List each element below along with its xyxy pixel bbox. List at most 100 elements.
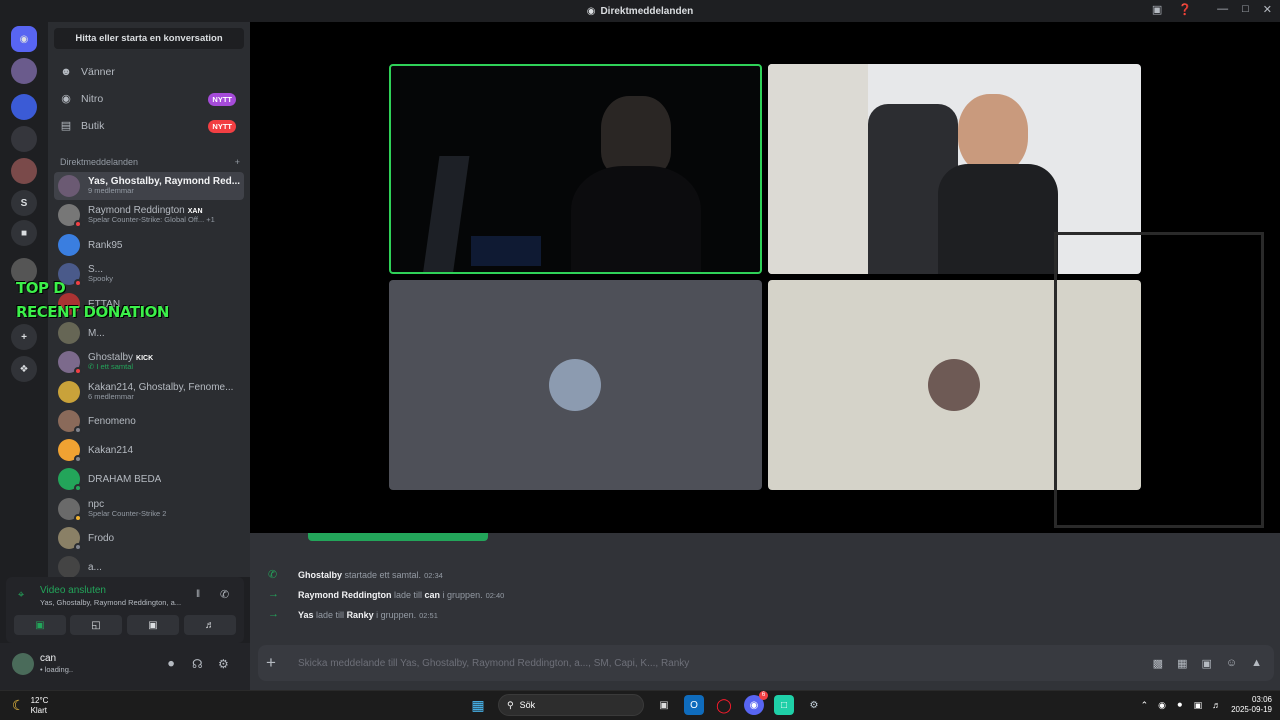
message-composer[interactable]: + Skicka meddelande till Yas, Ghostalby,… [258,645,1274,681]
message-input[interactable]: Skicka meddelande till Yas, Ghostalby, R… [298,658,689,669]
server-avatar[interactable]: S [11,190,37,216]
avatar [58,556,80,577]
server-avatar[interactable] [11,126,37,152]
disconnect-icon[interactable]: ✆ [220,588,229,601]
system-message: Ghostalby startade ett samtal. 02:34 [298,570,443,580]
stream-overlay-title: TOP D [16,279,66,297]
dm-item[interactable]: a... [54,553,244,577]
find-conversation-button[interactable]: Hitta eller starta en konversation [54,28,244,49]
create-dm-button[interactable]: + [235,157,240,167]
server-avatar[interactable] [11,58,37,84]
attach-plus-icon[interactable]: + [266,653,276,673]
dm-item[interactable]: npc Spelar Counter-Strike 2 [54,495,244,523]
server-avatar[interactable] [11,158,37,184]
avatar [549,359,601,411]
moon-icon: ☾ [12,697,25,714]
weather-widget[interactable]: ☾ 12°C Klart [12,696,48,715]
soundboard-button[interactable]: ♬ [184,615,236,635]
tray-app-icon[interactable]: ◉ [1158,700,1166,711]
gamepad-icon[interactable]: ▲ [1251,657,1262,670]
dm-item[interactable]: Fenomeno [54,407,244,435]
dm-item[interactable]: Kakan214, Ghostalby, Fenome... 6 medlemma… [54,378,244,406]
network-icon[interactable]: ▣ [1194,700,1203,711]
avatar [58,381,80,403]
chevron-up-icon[interactable]: ⌃ [1141,700,1149,711]
server-avatar[interactable] [11,94,37,120]
volume-icon[interactable]: ♬ [1212,700,1221,710]
screen-share-button[interactable]: ◱ [70,615,122,635]
gift-icon[interactable]: ▩ [1153,657,1163,670]
server-avatar[interactable]: ■ [11,220,37,246]
video-call-area [250,22,1280,533]
windows-taskbar: ☾ 12°C Klart ▦ ⚲ Sök ▣ O ◯ ◉ 6 □ ⚙ ⌃ ◉ ⚫ ▣… [0,690,1280,720]
video-tile-avatar[interactable] [389,280,762,490]
avatar [58,175,80,197]
dm-item[interactable]: Kakan214 [54,436,244,464]
dm-item[interactable]: S... Spooky [54,260,244,288]
dm-header: Direktmeddelanden + [60,157,240,167]
avatar[interactable] [12,653,34,675]
stream-overlay-subtitle: RECENT DONATION [16,303,169,321]
nav-friends[interactable]: ☻ Vänner [54,60,244,84]
explore-button[interactable]: ❖ [11,356,37,382]
dm-item[interactable]: Raymond Reddington XAN Spelar Counter-Stri… [54,201,244,229]
start-button[interactable]: ▦ [468,695,488,715]
discord-taskbar-icon[interactable]: ◉ 6 [744,691,768,715]
window-title: ◉ Direktmeddelanden [586,5,694,17]
nav-nitro[interactable]: ◉ Nitro NYTT [54,87,244,111]
nav-shop[interactable]: ▤ Butik NYTT [54,114,244,138]
sticker-icon[interactable]: ▣ [1201,657,1211,670]
emoji-icon[interactable]: ☺ [1226,657,1237,670]
video-tile-speaking[interactable] [389,64,762,274]
screen-share-icon: ◱ [91,619,101,631]
system-message: Yas lade till Ranky i gruppen. 02:51 [298,610,438,620]
arrow-icon: → [268,588,279,600]
microphone-icon[interactable]: ⚫ [1176,700,1184,711]
inbox-icon[interactable]: ▣ [1152,3,1162,16]
new-badge: NYTT [208,92,236,106]
dm-item[interactable]: Ghostalby KICK ✆ I ett samtal [54,348,244,376]
shop-icon: ▤ [60,120,72,132]
home-button[interactable]: ◉ [11,26,37,52]
help-icon[interactable]: ❓ [1178,3,1192,16]
avatar [58,204,82,228]
dm-item[interactable]: Rank95 [54,231,244,259]
add-server-button[interactable]: + [11,324,37,350]
activity-button[interactable]: ▣ [127,615,179,635]
gear-icon[interactable]: ⚙ [218,657,229,671]
whatsapp-icon[interactable]: □ [774,695,794,715]
headphones-icon[interactable]: ☊ [192,657,203,671]
search-icon: ⚲ [507,699,514,710]
user-panel: can • loading.. ⚫ ☊ ⚙ [0,643,250,690]
avatar [58,351,82,375]
opera-icon[interactable]: ◯ [714,695,734,715]
steam-icon[interactable]: ⚙ [804,695,824,715]
minimize-button[interactable]: — [1217,3,1228,16]
gif-icon[interactable]: ▦ [1177,657,1187,670]
system-message: Raymond Reddington lade till can i grupp… [298,590,505,600]
signal-icon: ⌖ [18,589,25,601]
compass-icon: ❖ [19,363,29,375]
arrow-icon: → [268,608,279,620]
clock[interactable]: 03:06 2025-09-19 [1231,695,1272,715]
outlook-icon[interactable]: O [684,695,704,715]
call-banner [308,533,488,541]
dm-item[interactable]: Yas, Ghostalby, Raymond Red... 9 medlemma… [54,172,244,200]
taskbar-search[interactable]: ⚲ Sök [498,694,644,716]
notification-badge: 6 [759,691,768,700]
dm-item[interactable]: M... [54,319,244,347]
maximize-button[interactable]: □ [1242,3,1249,16]
voice-status: Video ansluten [40,585,106,596]
dm-item[interactable]: Frodo [54,524,244,552]
file-explorer-icon[interactable]: ▣ [654,695,674,715]
avatar [58,468,82,492]
dm-item[interactable]: DRAHAM BEDA [54,465,244,493]
close-button[interactable]: ✕ [1263,3,1272,16]
avatar [58,439,82,463]
camera-button[interactable]: ▣ [14,615,66,635]
gamepad-icon: ▣ [148,619,158,631]
new-badge: NYTT [208,119,236,133]
avatar [58,322,80,344]
voice-activity-icon[interactable]: ‖ [196,589,200,600]
microphone-icon[interactable]: ⚫ [166,657,176,671]
